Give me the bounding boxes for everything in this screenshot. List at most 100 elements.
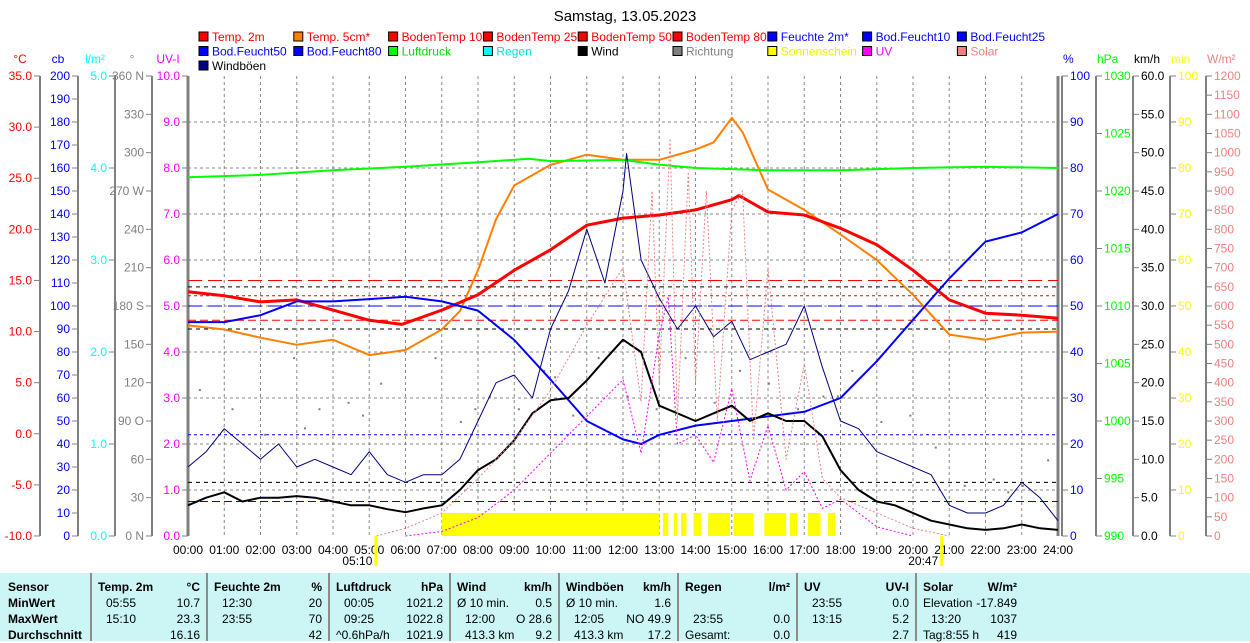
stats-column: UV UV-I 23:55 0.0 13:15 5.2 2.7 xyxy=(796,573,915,642)
direction-point xyxy=(459,421,462,423)
axis-tick-label: 10.0 xyxy=(157,69,181,83)
legend-item: Bod.Feucht50 xyxy=(198,45,287,59)
legend-swatch xyxy=(198,46,209,56)
axis-tick-label: 190 xyxy=(50,92,70,106)
axis-tick-label: 100 xyxy=(1070,69,1090,83)
axis-tick-label: 30 xyxy=(57,460,71,474)
axis-tick-label: 80 xyxy=(1178,161,1192,175)
legend-item: BodenTemp 25 xyxy=(482,30,577,44)
legend-swatch xyxy=(672,46,683,56)
axis-tick-label: 20.0 xyxy=(9,222,33,236)
direction-point xyxy=(198,389,201,392)
legend-item: Regen xyxy=(482,45,532,59)
direction-point xyxy=(554,376,557,379)
sunshine-bar xyxy=(662,513,669,536)
sunshine-bar xyxy=(807,513,821,536)
direction-point xyxy=(1047,459,1050,462)
stats-column: Wind km/h Ø 10 min. 0.5 12:00 O 28.6 413.3 km 9… xyxy=(449,573,558,642)
direction-point xyxy=(362,414,364,417)
axis-tick-label: 1030 xyxy=(1104,69,1131,83)
legend-item: Feuchte 2m* xyxy=(767,30,849,44)
axis-tick-label: 1200 xyxy=(1214,69,1241,83)
direction-point xyxy=(304,427,306,430)
x-tick-label: 24:00 xyxy=(1043,543,1073,557)
axis-tick-label: 150 xyxy=(1214,472,1234,486)
axis-tick-label: 30.0 xyxy=(9,120,33,134)
direction-point xyxy=(474,408,477,411)
stats-column: Regen l/m² 23:55 0.0 Gesamt: 0.0 xyxy=(677,573,796,642)
x-tick-label: 21:00 xyxy=(934,543,964,557)
series-solar xyxy=(376,138,950,537)
series-temp-5cm- xyxy=(187,116,1059,357)
stats-column: Solar W/m² Elevation -17.849 13:20 1037 Tag:8:… xyxy=(915,573,1250,642)
stats-column: Temp. 2m °C 05:55 10.7 15:10 23.3 16.16 xyxy=(90,573,206,642)
stats-header: Sensor xyxy=(8,580,49,594)
x-tick-label: 11:00 xyxy=(572,543,601,557)
axis-right: min1009080706050403020100 xyxy=(1169,52,1198,543)
legend-item: Bod.Feucht80 xyxy=(293,45,382,59)
axis-tick-label: 0 xyxy=(1214,529,1221,543)
axis-tick-label: 110 xyxy=(51,276,70,290)
axis-tick-label: 0 xyxy=(1070,529,1077,543)
stats-value: NO 49.9 xyxy=(626,612,671,626)
legend-label: Feuchte 2m* xyxy=(781,30,849,44)
direction-point xyxy=(909,414,912,417)
legend-item: Wind xyxy=(577,45,619,59)
legend-item: Luftdruck xyxy=(388,45,452,59)
axis-tick-label: 250 xyxy=(1214,433,1234,447)
axis-tick-label: 40 xyxy=(57,437,71,451)
direction-point xyxy=(405,433,408,436)
legend-swatch xyxy=(956,31,967,42)
x-tick-label: 09:00 xyxy=(499,543,529,557)
legend-label: Bod.Feucht80 xyxy=(307,45,382,59)
axis-tick-label: 0.0 xyxy=(15,427,32,441)
axis-tick-label: 1015 xyxy=(1104,242,1131,256)
axis-tick-label: 2.0 xyxy=(163,437,180,451)
legend-label: Solar xyxy=(970,45,998,59)
axis-tick-label: -10.0 xyxy=(5,529,33,543)
legend-swatch xyxy=(767,46,778,56)
legend-item: BodenTemp 10 xyxy=(388,30,483,44)
axis-tick-label: 6.0 xyxy=(163,253,180,267)
legend-item: UV xyxy=(862,45,892,59)
axis-tick-label: 0 xyxy=(63,529,70,543)
axis-tick-label: 360 N xyxy=(112,69,144,83)
axis-tick-label: 1010 xyxy=(1104,299,1131,313)
axis-tick-label: 9.0 xyxy=(163,115,180,129)
direction-point xyxy=(380,382,383,385)
direction-point xyxy=(517,408,520,411)
chart-title: Samstag, 13.05.2023 xyxy=(554,8,697,25)
axis-tick-label: 750 xyxy=(1214,242,1234,256)
axis-unit: W/m² xyxy=(1207,52,1236,66)
axis-tick-label: 200 xyxy=(50,69,70,83)
direction-point xyxy=(797,408,799,411)
sunshine-bar xyxy=(681,513,687,536)
legend-swatch xyxy=(956,46,967,56)
direction-point xyxy=(293,357,296,360)
axis-tick-label: 50 xyxy=(1070,299,1084,313)
axis-tick-label: 1.0 xyxy=(90,437,107,451)
axis-tick-label: 100 xyxy=(1178,69,1198,83)
legend-swatch xyxy=(767,31,778,42)
legend-swatch xyxy=(482,46,493,56)
axis-tick-label: 70 xyxy=(57,368,71,382)
x-tick-label: 14:00 xyxy=(680,543,710,557)
stats-unit: UV-I xyxy=(885,580,909,594)
direction-point xyxy=(992,478,995,481)
x-tick-label: 00:00 xyxy=(173,543,203,557)
axis-tick-label: 30 xyxy=(1070,391,1084,405)
sunset-label: 20:47 xyxy=(908,554,938,568)
axis-right: %1009080706050403020100 xyxy=(1061,52,1090,543)
axis-tick-label: 0 xyxy=(1178,529,1185,543)
axis-tick-label: 30 xyxy=(1178,391,1192,405)
axis-tick-label: 15.0 xyxy=(9,273,33,287)
axis-unit: °C xyxy=(13,52,27,66)
axis-tick-label: 55.0 xyxy=(1141,107,1165,121)
axis-tick-label: 60 xyxy=(1178,253,1192,267)
stats-value: 0.5 xyxy=(535,596,552,610)
stats-value: 23.3 xyxy=(176,612,200,626)
axis-tick-label: 5.0 xyxy=(1141,491,1158,505)
axis-tick-label: 1100 xyxy=(1214,107,1240,121)
axis-tick-label: 1150 xyxy=(1214,88,1240,102)
axis-tick-label: 10 xyxy=(1178,483,1192,497)
